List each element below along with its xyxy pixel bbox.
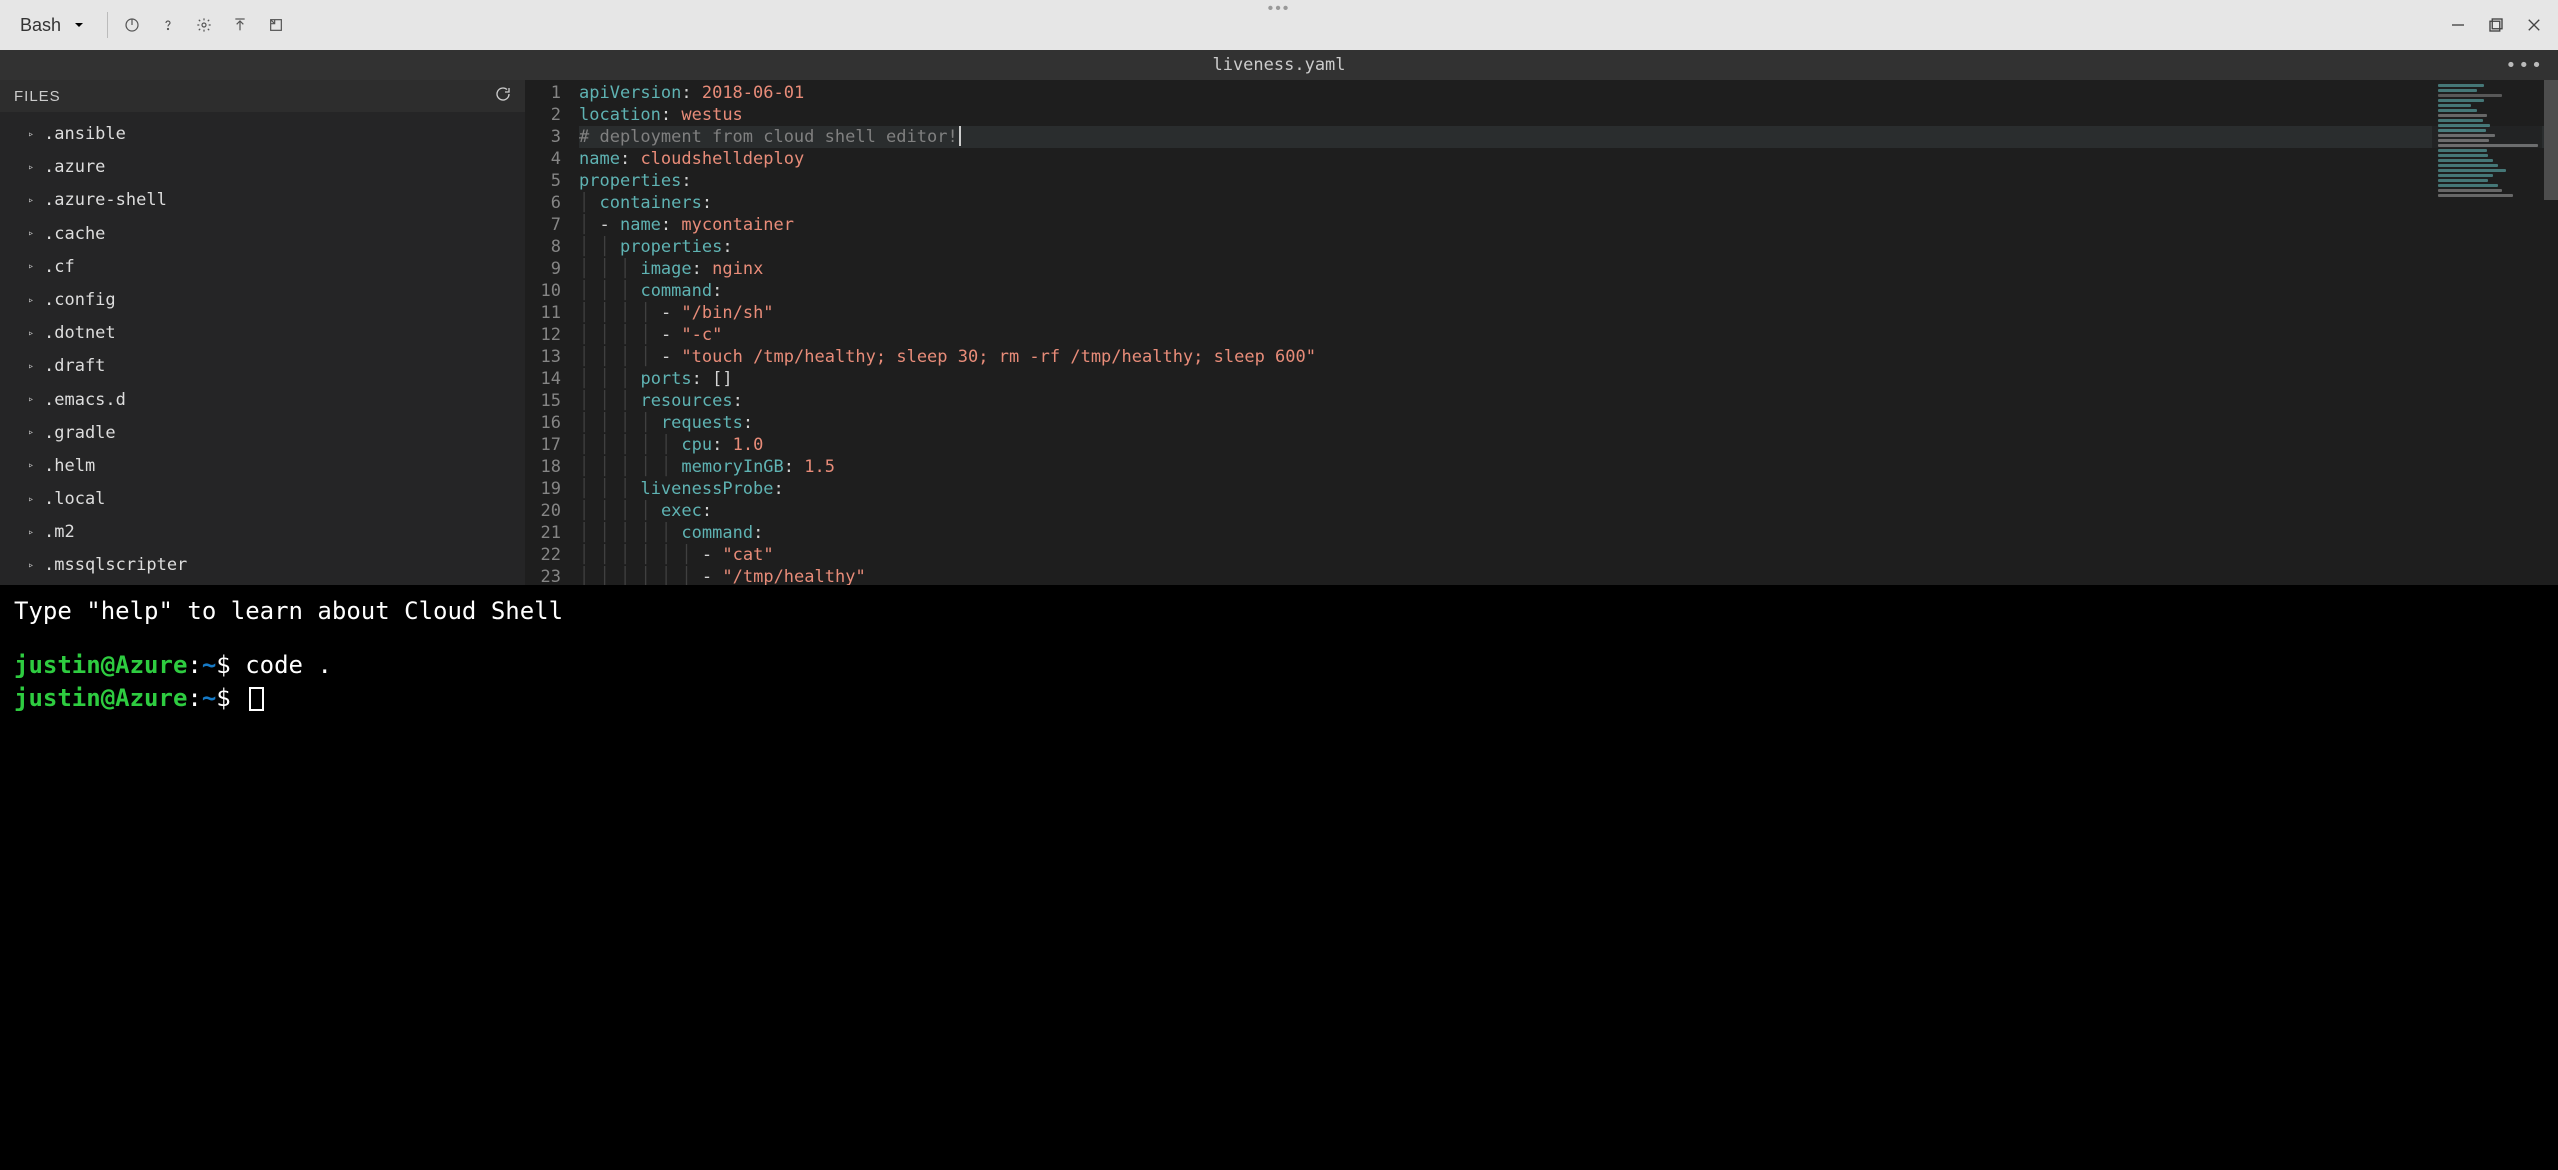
file-tree-item[interactable]: ▹ .emacs.d xyxy=(0,384,525,417)
file-tree-item-label: .dotnet xyxy=(44,320,116,347)
chevron-right-icon: ▹ xyxy=(28,492,38,508)
file-tree-item[interactable]: ▹ .azure-shell xyxy=(0,184,525,217)
code-line[interactable]: │ │ │ image: nginx xyxy=(579,258,2558,280)
editor-area: liveness.yaml ••• FILES ▹ .ansible ▹ .azure… xyxy=(0,50,2558,585)
code-line[interactable]: │ │ │ resources: xyxy=(579,390,2558,412)
file-tree-item[interactable]: ▹ .azure xyxy=(0,151,525,184)
gear-icon[interactable] xyxy=(192,13,216,37)
file-tree-item-label: .emacs.d xyxy=(44,387,126,414)
file-tree[interactable]: ▹ .ansible ▹ .azure ▹ .azure-shell ▹ .cache ▹ .cf… xyxy=(0,112,525,585)
file-tree-item[interactable]: ▹ .draft xyxy=(0,350,525,383)
file-tree-item-label: .gradle xyxy=(44,420,116,447)
code-line[interactable]: │ │ │ │ │ cpu: 1.0 xyxy=(579,434,2558,456)
file-tree-item-label: .azure xyxy=(44,154,105,181)
editor-more-icon[interactable]: ••• xyxy=(2505,55,2544,76)
chevron-right-icon: ▹ xyxy=(28,127,38,143)
code-line[interactable]: │ │ │ │ │ command: xyxy=(579,522,2558,544)
file-tree-item-label: .azure-shell xyxy=(44,187,167,214)
terminal[interactable]: Type "help" to learn about Cloud Shell j… xyxy=(0,585,2558,1170)
open-editor-icon[interactable] xyxy=(264,13,288,37)
help-icon[interactable] xyxy=(156,13,180,37)
file-tree-item[interactable]: ▹ .cache xyxy=(0,218,525,251)
code-line[interactable]: │ │ │ │ - "touch /tmp/healthy; sleep 30;… xyxy=(579,346,2558,368)
code-line[interactable]: │ - name: mycontainer xyxy=(579,214,2558,236)
file-tree-item-label: .cache xyxy=(44,221,105,248)
file-tree-item[interactable]: ▹.nano xyxy=(0,583,525,585)
code-line[interactable]: │ containers: xyxy=(579,192,2558,214)
chevron-right-icon: ▹ xyxy=(28,259,38,275)
editor-titlebar: liveness.yaml ••• xyxy=(0,50,2558,80)
chevron-right-icon: ▹ xyxy=(28,160,38,176)
file-tree-item[interactable]: ▹ .m2 xyxy=(0,516,525,549)
file-tree-item[interactable]: ▹ .helm xyxy=(0,450,525,483)
code-content[interactable]: apiVersion: 2018-06-01location: westus# … xyxy=(579,80,2558,585)
file-tree-item-label: .ansible xyxy=(44,121,126,148)
file-tree-item-label: .local xyxy=(44,486,105,513)
upload-icon[interactable] xyxy=(228,13,252,37)
code-line[interactable]: apiVersion: 2018-06-01 xyxy=(579,82,2558,104)
maximize-icon[interactable] xyxy=(2486,15,2506,35)
chevron-right-icon: ▹ xyxy=(28,226,38,242)
terminal-banner: Type "help" to learn about Cloud Shell xyxy=(14,595,2544,627)
file-tree-item[interactable]: ▹ .dotnet xyxy=(0,317,525,350)
cloud-shell-toolbar: ••• Bash xyxy=(0,0,2558,50)
code-line[interactable]: │ │ │ │ requests: xyxy=(579,412,2558,434)
chevron-right-icon: ▹ xyxy=(28,525,38,541)
chevron-right-icon: ▹ xyxy=(28,326,38,342)
scroll-thumb[interactable] xyxy=(2544,80,2558,200)
chevron-right-icon: ▹ xyxy=(28,458,38,474)
chevron-down-icon xyxy=(71,17,87,33)
chevron-right-icon: ▹ xyxy=(28,293,38,309)
code-line[interactable]: │ │ │ │ │ memoryInGB: 1.5 xyxy=(579,456,2558,478)
minimap[interactable] xyxy=(2432,80,2542,585)
files-panel: FILES ▹ .ansible ▹ .azure ▹ .azure-shell ▹ .cac… xyxy=(0,80,525,585)
chevron-right-icon: ▹ xyxy=(28,558,38,574)
close-icon[interactable] xyxy=(2524,15,2544,35)
shell-selector[interactable]: Bash xyxy=(12,11,95,40)
editor-filename: liveness.yaml xyxy=(1212,55,1345,75)
code-line[interactable]: # deployment from cloud shell editor! xyxy=(579,126,2558,148)
line-numbers: 1234567891011121314151617181920212223 xyxy=(525,80,579,585)
refresh-icon[interactable] xyxy=(495,86,511,106)
code-line[interactable]: │ │ properties: xyxy=(579,236,2558,258)
chevron-right-icon: ▹ xyxy=(28,359,38,375)
code-line[interactable]: │ │ │ │ - "/bin/sh" xyxy=(579,302,2558,324)
file-tree-item-label: .mssqlscripter xyxy=(44,552,187,579)
chevron-right-icon: ▹ xyxy=(28,425,38,441)
file-tree-item[interactable]: ▹ .local xyxy=(0,483,525,516)
shell-selector-label: Bash xyxy=(20,15,61,36)
code-line[interactable]: │ │ │ │ │ │ - "cat" xyxy=(579,544,2558,566)
chevron-right-icon: ▹ xyxy=(28,392,38,408)
code-line[interactable]: │ │ │ │ - "-c" xyxy=(579,324,2558,346)
files-header-label: FILES xyxy=(14,88,61,105)
file-tree-item-label: .draft xyxy=(44,353,105,380)
power-icon[interactable] xyxy=(120,13,144,37)
code-line[interactable]: │ │ │ ports: [] xyxy=(579,368,2558,390)
scrollbar-vertical[interactable] xyxy=(2544,80,2558,585)
code-line[interactable]: │ │ │ command: xyxy=(579,280,2558,302)
drag-handle-icon[interactable]: ••• xyxy=(1268,6,1291,12)
file-tree-item[interactable]: ▹ .ansible xyxy=(0,118,525,151)
code-line[interactable]: name: cloudshelldeploy xyxy=(579,148,2558,170)
file-tree-item-label: .cf xyxy=(44,254,75,281)
file-tree-item[interactable]: ▹ .gradle xyxy=(0,417,525,450)
terminal-line: justin@Azure:~$ code . xyxy=(14,649,2544,681)
code-line[interactable]: location: westus xyxy=(579,104,2558,126)
file-tree-item[interactable]: ▹ .mssqlscripter xyxy=(0,549,525,582)
code-panel[interactable]: 1234567891011121314151617181920212223 ap… xyxy=(525,80,2558,585)
file-tree-item-label: .config xyxy=(44,287,116,314)
file-tree-item[interactable]: ▹ .config xyxy=(0,284,525,317)
code-line[interactable]: │ │ │ │ │ │ - "/tmp/healthy" xyxy=(579,566,2558,585)
code-line[interactable]: │ │ │ │ exec: xyxy=(579,500,2558,522)
code-line[interactable]: │ │ │ livenessProbe: xyxy=(579,478,2558,500)
chevron-right-icon: ▹ xyxy=(28,193,38,209)
code-line[interactable]: properties: xyxy=(579,170,2558,192)
terminal-line: justin@Azure:~$ xyxy=(14,682,2544,714)
minimize-icon[interactable] xyxy=(2448,15,2468,35)
file-tree-item-label: .helm xyxy=(44,453,95,480)
toolbar-divider xyxy=(107,12,108,38)
file-tree-item[interactable]: ▹ .cf xyxy=(0,251,525,284)
file-tree-item-label: .m2 xyxy=(44,519,75,546)
files-header: FILES xyxy=(0,80,525,112)
